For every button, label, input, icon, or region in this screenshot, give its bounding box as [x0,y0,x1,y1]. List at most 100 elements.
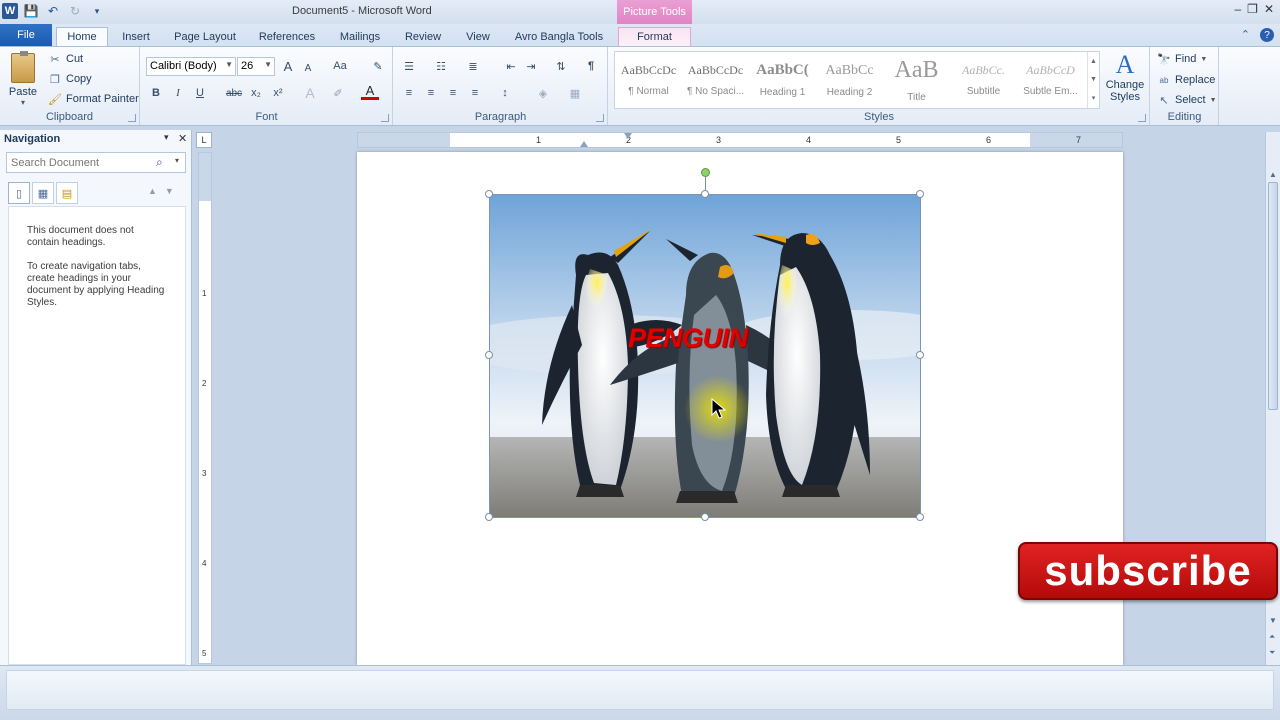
font-family-select[interactable]: Calibri (Body) ▼ [146,57,236,76]
format-painter-button[interactable]: 🖌 Format Painter [48,92,139,106]
font-color-icon[interactable]: A [361,83,379,100]
chevron-up-icon[interactable]: ▲ [1090,58,1097,65]
resize-handle-top[interactable] [701,190,709,198]
styles-launcher-icon[interactable] [1138,114,1146,122]
copy-button[interactable]: ❐ Copy [48,72,92,86]
scrollbar-thumb[interactable] [1268,182,1278,410]
tab-format[interactable]: Format [618,27,691,46]
underline-icon[interactable]: U [191,84,209,102]
bullets-icon[interactable]: ☰ [400,57,418,75]
shrink-font-icon[interactable]: A [299,59,317,77]
show-formatting-icon[interactable]: ¶ [582,57,600,75]
vertical-ruler[interactable]: 1 2 3 4 5 [198,152,212,664]
change-case-icon[interactable]: Aa [329,57,351,75]
multilevel-list-icon[interactable]: ≣ [464,57,482,75]
paste-button[interactable]: Paste ▾ [8,51,38,107]
tab-review[interactable]: Review [400,27,446,46]
previous-heading-icon[interactable]: ▲ [148,186,157,196]
indent-marker-icon[interactable] [580,141,588,147]
style-subtitle[interactable]: AaBbCc. Subtitle [950,52,1017,108]
borders-icon[interactable]: ▦ [566,84,584,102]
cut-button[interactable]: ✂ Cut [48,52,83,66]
first-line-indent-icon[interactable] [624,133,632,139]
line-spacing-icon[interactable]: ↕ [496,84,514,102]
text-effects-icon[interactable]: A [301,84,319,102]
tab-view[interactable]: View [460,27,496,46]
select-button[interactable]: ↖ Select ▼ [1157,93,1216,107]
resize-handle-bottom[interactable] [701,513,709,521]
undo-icon[interactable]: ↶ [44,2,62,20]
redo-icon[interactable]: ↻ [66,2,84,20]
find-button[interactable]: 🔭 Find ▼ [1157,52,1207,66]
scroll-up-icon[interactable]: ▲ [1269,170,1277,179]
resize-handle-bottom-left[interactable] [485,513,493,521]
bold-icon[interactable]: B [147,84,165,102]
tab-home[interactable]: Home [56,27,108,46]
penguin-caption[interactable]: PENGUIN [628,323,748,354]
next-page-icon[interactable]: ⏷ [1269,648,1275,658]
rotation-handle[interactable] [701,168,710,177]
search-options-icon[interactable]: ▾ [175,156,179,165]
results-view-icon[interactable]: ▤ [56,182,78,204]
align-right-icon[interactable]: ≡ [444,84,462,102]
tab-file[interactable]: File [0,24,52,46]
decrease-indent-icon[interactable]: ⇤ [502,57,520,75]
italic-icon[interactable]: I [169,84,187,102]
align-center-icon[interactable]: ≡ [422,84,440,102]
resize-handle-left[interactable] [485,351,493,359]
tab-references[interactable]: References [254,27,320,46]
chevron-down-icon[interactable]: ▼ [1090,76,1097,83]
restore-icon[interactable]: ❐ [1247,2,1258,16]
tab-insert[interactable]: Insert [114,27,158,46]
style-heading-1[interactable]: AaBbC(Heading 1 [749,52,816,108]
resize-handle-bottom-right[interactable] [916,513,924,521]
numbering-icon[interactable]: ☷ [432,57,450,75]
tab-avro-bangla-tools[interactable]: Avro Bangla Tools [510,27,608,46]
clear-formatting-icon[interactable]: ✎ [369,57,387,75]
font-size-select[interactable]: 26 ▼ [237,57,275,76]
shading-icon[interactable]: ◈ [534,84,552,102]
highlight-icon[interactable]: ✐ [329,84,347,102]
font-launcher-icon[interactable] [381,114,389,122]
style-title[interactable]: AaB Title [883,52,950,108]
scroll-down-icon[interactable]: ▼ [1269,616,1277,625]
increase-indent-icon[interactable]: ⇥ [522,57,540,75]
replace-button[interactable]: ab Replace [1157,73,1216,87]
tab-page-layout[interactable]: Page Layout [170,27,240,46]
more-icon[interactable]: ▾ [1092,94,1096,102]
style-no-spacing[interactable]: AaBbCcDc ¶ No Spaci... [682,52,749,108]
headings-view-icon[interactable]: ▯ [8,182,30,204]
word-app-icon[interactable]: W [2,3,18,19]
change-styles-button[interactable]: A Change Styles [1104,51,1146,104]
tab-mailings[interactable]: Mailings [334,27,386,46]
nav-close-icon[interactable]: ✕ [178,132,187,145]
grow-font-icon[interactable]: A [279,57,297,75]
pages-view-icon[interactable]: ▦ [32,182,54,204]
style-subtle-emphasis[interactable]: AaBbCcD Subtle Em... [1017,52,1084,108]
horizontal-ruler[interactable]: 1 2 3 4 5 6 7 [357,132,1123,148]
save-icon[interactable]: 💾 [22,2,40,20]
style-normal[interactable]: AaBbCcDc ¶ Normal [615,52,682,108]
nav-options-icon[interactable]: ▾ [164,132,169,143]
help-icon[interactable]: ? [1260,28,1274,42]
search-icon[interactable]: ⌕ [156,155,163,170]
next-heading-icon[interactable]: ▼ [165,186,174,196]
paragraph-launcher-icon[interactable] [596,114,604,122]
penguin-picture[interactable]: PENGUIN [489,194,921,518]
subscript-icon[interactable]: x₂ [247,84,265,102]
superscript-icon[interactable]: x² [269,84,287,102]
resize-handle-top-left[interactable] [485,190,493,198]
close-window-icon[interactable]: ✕ [1264,2,1274,16]
strikethrough-icon[interactable]: abc [223,84,245,102]
resize-handle-top-right[interactable] [916,190,924,198]
styles-gallery-scroll[interactable]: ▲ ▼ ▾ [1087,52,1099,108]
tab-selector[interactable]: L [196,132,212,148]
previous-page-icon[interactable]: ⏶ [1269,632,1275,642]
clipboard-launcher-icon[interactable] [128,114,136,122]
style-heading-2[interactable]: AaBbCc Heading 2 [816,52,883,108]
resize-handle-right[interactable] [916,351,924,359]
minimize-ribbon-icon[interactable]: ⌃ [1241,28,1250,42]
align-left-icon[interactable]: ≡ [400,84,418,102]
justify-icon[interactable]: ≡ [466,84,484,102]
customize-qat-icon[interactable]: ▾ [88,2,106,20]
